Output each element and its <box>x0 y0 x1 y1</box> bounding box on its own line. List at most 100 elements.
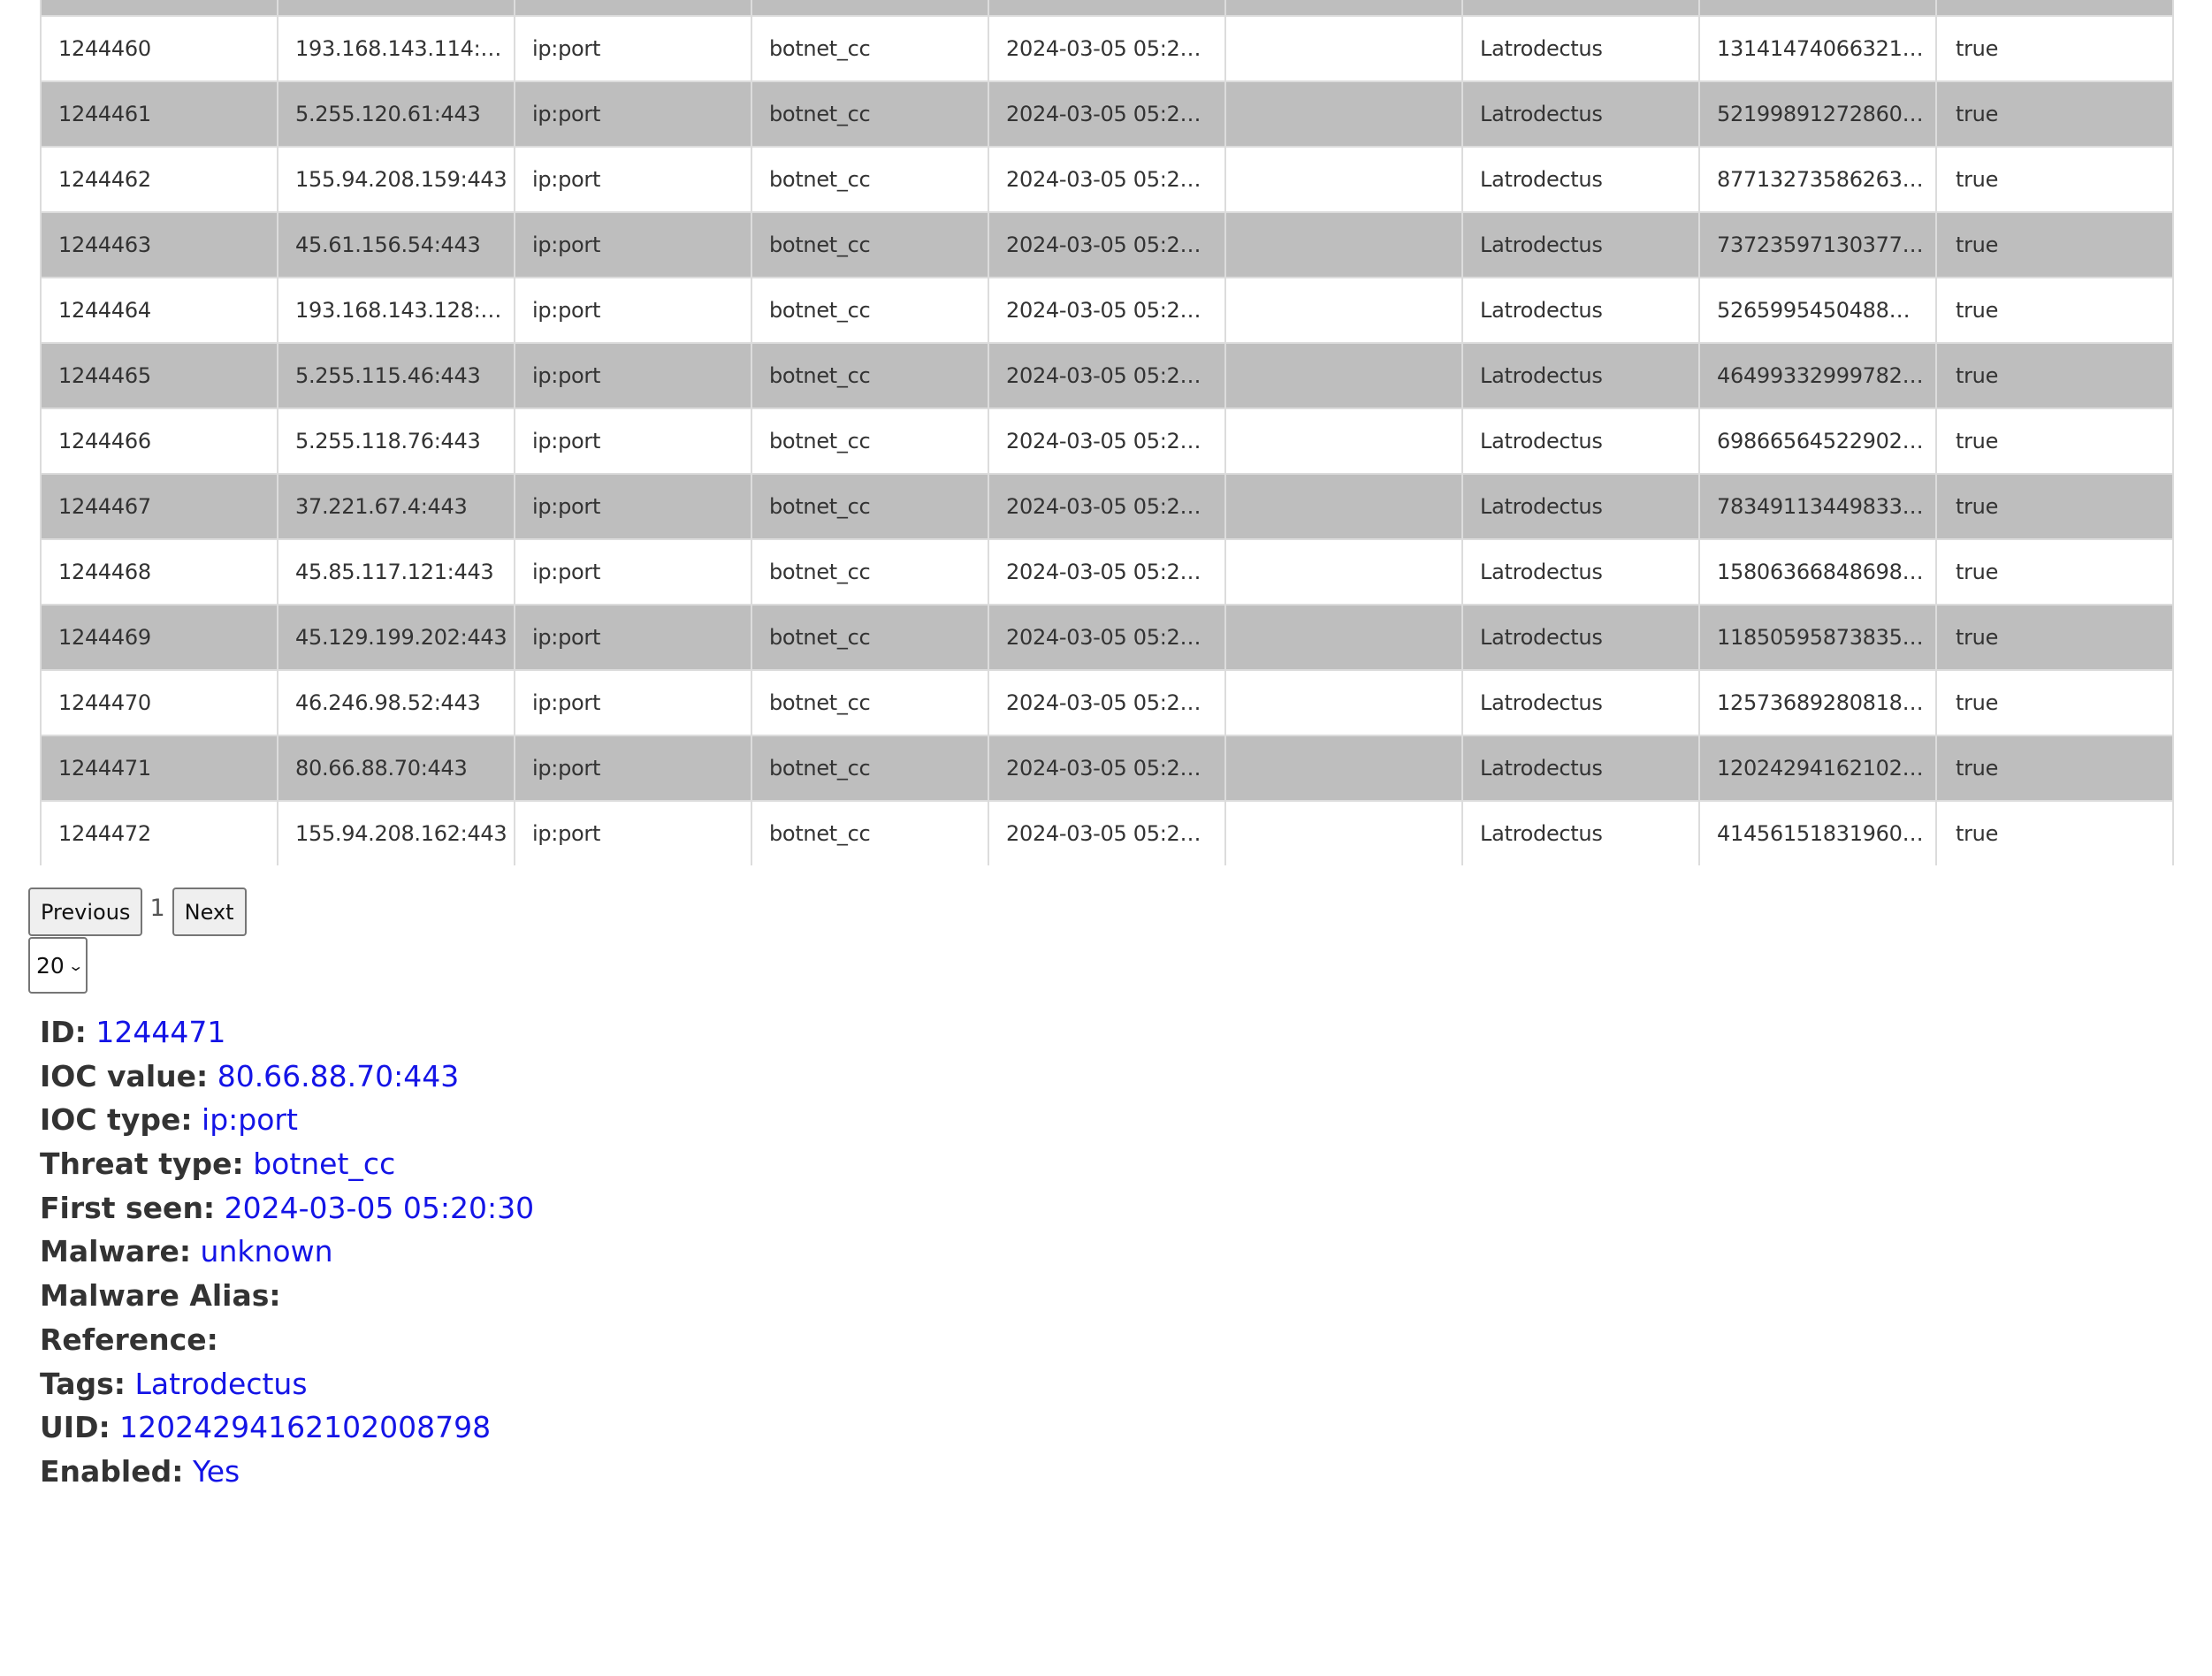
cell-malware-alias <box>1224 473 1463 539</box>
cell-ioc-type: ip:port <box>514 277 752 343</box>
table-row[interactable]: 1244466 5.255.118.76:443 ip:port botnet_cc 2… <box>40 408 2174 474</box>
detail-label: Tags: <box>40 1366 126 1401</box>
cell-tags: Latrodectus <box>1461 735 1700 801</box>
detail-value: Yes <box>192 1453 240 1489</box>
cell-first-seen: 2024-03-05 05:2… <box>988 735 1226 801</box>
cell-ioc-value: 45.129.199.202:443 <box>277 604 515 670</box>
cell-first-seen: 2024-03-05 05:2… <box>988 146 1226 212</box>
detail-row: Enabled: Yes <box>40 1450 534 1494</box>
cell-enabled: true <box>1935 669 2174 735</box>
cell-ioc-value: 46.246.98.52:443 <box>277 669 515 735</box>
cell-ioc-value: 80.66.88.70:443 <box>277 735 515 801</box>
cell-ioc-value: 5.255.118.76:443 <box>277 408 515 474</box>
cell-tags: Latrodectus <box>1461 146 1700 212</box>
cell-ioc-type: ip:port <box>514 800 752 865</box>
cell-ioc-type: ip:port <box>514 669 752 735</box>
cell-threat-type: botnet_cc <box>751 277 989 343</box>
table-row[interactable]: 1244462 155.94.208.159:443 ip:port botnet_c… <box>40 146 2174 212</box>
ioc-detail-panel: ID: 1244471 IOC value: 80.66.88.70:443 IOC… <box>40 1010 534 1494</box>
cell-id: 1244464 <box>40 277 278 343</box>
cell-uid: 15806366848698… <box>1698 538 1937 605</box>
cell-tags: Latrodectus <box>1461 80 1700 147</box>
detail-label: UID: <box>40 1410 111 1445</box>
cell-first-seen: 2024-03-05 05:2… <box>988 277 1226 343</box>
detail-value: botnet_cc <box>253 1147 396 1182</box>
cell-first-seen: 2024-03-05 05:2… <box>988 604 1226 670</box>
detail-label: Malware: <box>40 1234 192 1269</box>
cell-enabled: true <box>1935 604 2174 670</box>
cell-malware-alias <box>1224 211 1463 278</box>
table-header-strip <box>40 0 2174 16</box>
cell-threat-type: botnet_cc <box>751 604 989 670</box>
cell-enabled: true <box>1935 277 2174 343</box>
detail-label: Reference: <box>40 1322 218 1357</box>
detail-row: Malware: unknown <box>40 1230 534 1274</box>
detail-label: First seen: <box>40 1190 216 1225</box>
cell-ioc-value: 5.255.120.61:443 <box>277 80 515 147</box>
cell-uid: 73723597130377… <box>1698 211 1937 278</box>
cell-ioc-type: ip:port <box>514 473 752 539</box>
cell-uid: 12573689280818… <box>1698 669 1937 735</box>
cell-id: 1244470 <box>40 669 278 735</box>
cell-enabled: true <box>1935 211 2174 278</box>
cell-enabled: true <box>1935 146 2174 212</box>
table-row[interactable]: 1244471 80.66.88.70:443 ip:port botnet_cc 20… <box>40 735 2174 801</box>
cell-malware-alias <box>1224 15 1463 81</box>
cell-id: 1244460 <box>40 15 278 81</box>
table-row[interactable]: 1244461 5.255.120.61:443 ip:port botnet_cc 2… <box>40 80 2174 147</box>
cell-uid: 5265995450488… <box>1698 277 1937 343</box>
table-row[interactable]: 1244464 193.168.143.128:4… ip:port botnet_c… <box>40 277 2174 343</box>
page-size-select[interactable]: 20 ⌄ <box>28 937 88 994</box>
cell-ioc-value: 45.85.117.121:443 <box>277 538 515 605</box>
cell-first-seen: 2024-03-05 05:2… <box>988 408 1226 474</box>
cell-malware-alias <box>1224 538 1463 605</box>
table-row[interactable]: 1244460 193.168.143.114:443 ip:port botnet_… <box>40 15 2174 81</box>
table-row[interactable]: 1244470 46.246.98.52:443 ip:port botnet_cc 2… <box>40 669 2174 735</box>
table-row[interactable]: 1244468 45.85.117.121:443 ip:port botnet_cc… <box>40 538 2174 605</box>
detail-row: IOC type: ip:port <box>40 1098 534 1142</box>
detail-value: Latrodectus <box>134 1366 308 1401</box>
previous-button[interactable]: Previous <box>28 888 143 936</box>
cell-threat-type: botnet_cc <box>751 800 989 865</box>
cell-malware-alias <box>1224 342 1463 408</box>
detail-label: Malware Alias: <box>40 1278 281 1314</box>
cell-first-seen: 2024-03-05 05:2… <box>988 80 1226 147</box>
cell-enabled: true <box>1935 15 2174 81</box>
cell-id: 1244465 <box>40 342 278 408</box>
cell-id: 1244468 <box>40 538 278 605</box>
detail-value: ip:port <box>202 1102 298 1138</box>
cell-ioc-value: 155.94.208.162:443 <box>277 800 515 865</box>
cell-ioc-type: ip:port <box>514 735 752 801</box>
table-row[interactable]: 1244467 37.221.67.4:443 ip:port botnet_cc 20… <box>40 473 2174 539</box>
cell-id: 1244471 <box>40 735 278 801</box>
cell-uid: 52199891272860… <box>1698 80 1937 147</box>
cell-ioc-value: 193.168.143.128:4… <box>277 277 515 343</box>
ioc-table: 1244460 193.168.143.114:443 ip:port botnet_… <box>40 0 2174 865</box>
table-row[interactable]: 1244463 45.61.156.54:443 ip:port botnet_cc 2… <box>40 211 2174 278</box>
cell-first-seen: 2024-03-05 05:2… <box>988 669 1226 735</box>
cell-enabled: true <box>1935 342 2174 408</box>
cell-enabled: true <box>1935 473 2174 539</box>
chevron-down-icon: ⌄ <box>67 956 84 974</box>
current-page-number: 1 <box>149 895 165 922</box>
cell-ioc-type: ip:port <box>514 538 752 605</box>
cell-ioc-type: ip:port <box>514 80 752 147</box>
cell-first-seen: 2024-03-05 05:2… <box>988 211 1226 278</box>
table-row[interactable]: 1244465 5.255.115.46:443 ip:port botnet_cc 2… <box>40 342 2174 408</box>
cell-first-seen: 2024-03-05 05:2… <box>988 538 1226 605</box>
detail-label: Enabled: <box>40 1453 184 1489</box>
cell-enabled: true <box>1935 800 2174 865</box>
cell-malware-alias <box>1224 80 1463 147</box>
table-row[interactable]: 1244469 45.129.199.202:443 ip:port botnet_c… <box>40 604 2174 670</box>
cell-malware-alias <box>1224 408 1463 474</box>
cell-ioc-type: ip:port <box>514 604 752 670</box>
table-row[interactable]: 1244472 155.94.208.162:443 ip:port botnet_c… <box>40 800 2174 865</box>
cell-first-seen: 2024-03-05 05:2… <box>988 800 1226 865</box>
cell-ioc-type: ip:port <box>514 211 752 278</box>
cell-tags: Latrodectus <box>1461 473 1700 539</box>
next-button[interactable]: Next <box>172 888 247 936</box>
cell-ioc-type: ip:port <box>514 146 752 212</box>
detail-row: Tags: Latrodectus <box>40 1362 534 1406</box>
cell-tags: Latrodectus <box>1461 277 1700 343</box>
detail-label: IOC type: <box>40 1102 193 1138</box>
